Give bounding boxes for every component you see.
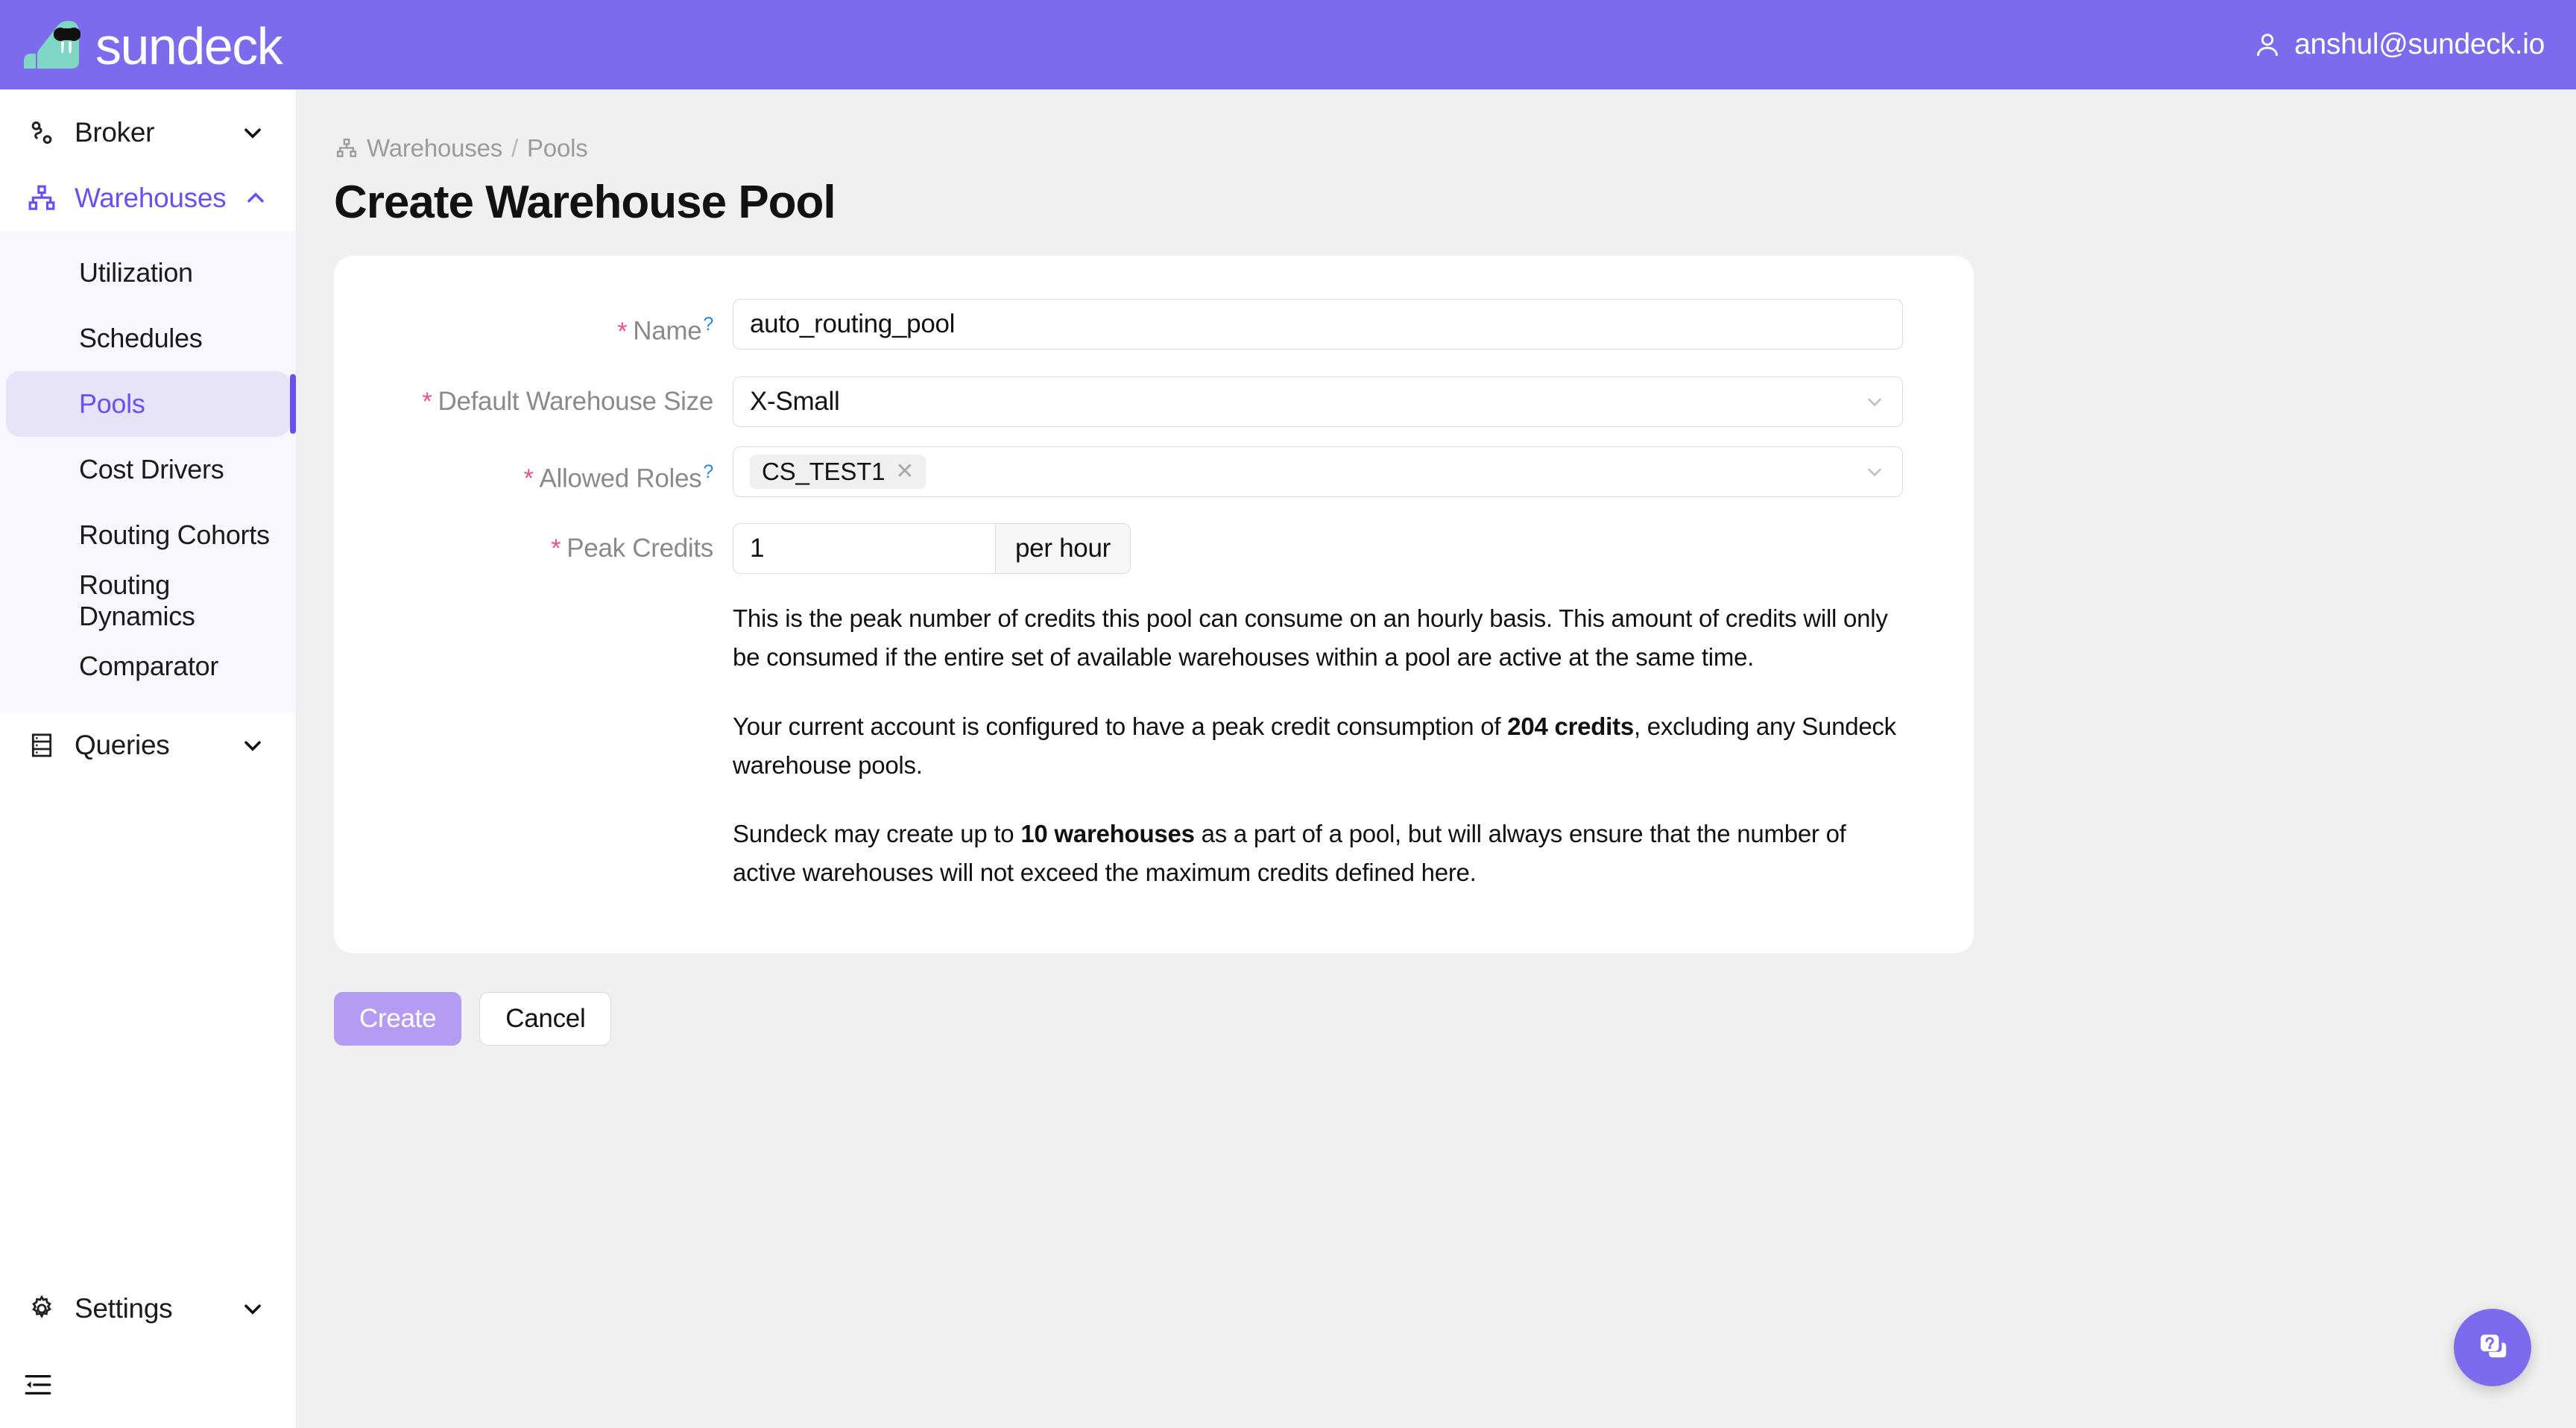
- hierarchy-icon: [336, 138, 357, 157]
- form-actions: Create Cancel: [334, 992, 2576, 1046]
- role-tag-label: CS_TEST1: [762, 457, 886, 485]
- sidebar-item-routing-dynamics[interactable]: Routing Dynamics: [6, 568, 290, 634]
- chevron-up-icon[interactable]: [242, 185, 269, 212]
- sidebar-group-label: Queries: [75, 730, 170, 760]
- sidebar-group-label: Warehouses: [75, 183, 227, 213]
- help-paragraph-1-text: This is the peak number of credits this …: [733, 604, 1888, 672]
- form-row-peak-credits: *Peak Credits per hour This is the peak …: [334, 523, 1974, 892]
- help-fab-button[interactable]: [2454, 1309, 2531, 1386]
- sidebar-item-utilization[interactable]: Utilization: [6, 240, 290, 306]
- walrus-sunglasses-logo-icon: [24, 21, 80, 69]
- route-icon: [25, 116, 58, 149]
- page-title: Create Warehouse Pool: [334, 177, 836, 228]
- required-asterisk: *: [422, 387, 432, 416]
- label-default-warehouse-size-text: Default Warehouse Size: [438, 386, 713, 416]
- help-paragraph-3-before: Sundeck may create up to: [733, 819, 1021, 847]
- required-asterisk: *: [523, 464, 534, 493]
- chevron-down-icon[interactable]: [239, 732, 266, 759]
- label-peak-credits: * Peak Credits: [334, 523, 733, 574]
- help-paragraph-3: Sundeck may create up to 10 warehouses a…: [733, 815, 1903, 892]
- control-allowed-roles: CS_TEST1 ✕: [733, 446, 1974, 497]
- breadcrumb-item-warehouses[interactable]: Warehouses: [367, 134, 502, 162]
- account-menu[interactable]: anshul@sundeck.io: [2253, 28, 2545, 61]
- required-asterisk: *: [617, 317, 628, 346]
- brand-logo[interactable]: sundeck: [19, 16, 283, 75]
- database-rows-icon: [25, 729, 58, 762]
- sidebar: Broker Warehouses Utilization Schedules …: [0, 89, 297, 1428]
- default-warehouse-size-value: X-Small: [750, 386, 840, 416]
- peak-credits-unit-addon: per hour: [995, 523, 1131, 575]
- chevron-down-icon[interactable]: [239, 1295, 266, 1322]
- label-allowed-roles: * Allowed Roles?: [334, 446, 733, 505]
- form-row-allowed-roles: * Allowed Roles? CS_TEST1 ✕: [334, 446, 1974, 505]
- control-name: [733, 299, 1974, 350]
- sidebar-nav-top: Broker Warehouses Utilization Schedules …: [0, 89, 296, 778]
- default-warehouse-size-select[interactable]: X-Small: [733, 376, 1903, 427]
- chevron-down-icon: [1868, 398, 1881, 406]
- label-allowed-roles-text: Allowed Roles: [539, 464, 702, 493]
- help-icon[interactable]: ?: [703, 461, 713, 482]
- chevron-down-icon: [1868, 468, 1881, 476]
- chevron-down-icon[interactable]: [239, 119, 266, 146]
- sidebar-group-label: Broker: [75, 117, 155, 148]
- breadcrumb: Warehouses / Pools: [335, 134, 2576, 162]
- help-paragraph-3-strong: 10 warehouses: [1020, 819, 1195, 847]
- required-asterisk: *: [551, 534, 561, 563]
- label-default-warehouse-size: * Default Warehouse Size: [334, 376, 733, 427]
- peak-credits-input[interactable]: [733, 523, 995, 575]
- sidebar-item-routing-cohorts[interactable]: Routing Cohorts: [6, 502, 290, 568]
- sidebar-group-settings[interactable]: Settings: [0, 1276, 296, 1342]
- sidebar-item-schedules[interactable]: Schedules: [6, 306, 290, 371]
- brand-name: sundeck: [95, 17, 283, 75]
- hierarchy-icon: [25, 182, 58, 215]
- sidebar-group-broker[interactable]: Broker: [0, 100, 296, 165]
- sidebar-group-queries[interactable]: Queries: [0, 713, 296, 778]
- label-name-text: Name: [633, 316, 702, 346]
- name-input[interactable]: [733, 299, 1903, 350]
- create-pool-form-card: *Name? *Default Warehouse Size X-Small: [334, 256, 1974, 954]
- sidebar-collapse-icon: [25, 1374, 51, 1395]
- sidebar-item-cost-drivers[interactable]: Cost Drivers: [6, 437, 290, 502]
- close-icon[interactable]: ✕: [895, 458, 914, 484]
- peak-credits-group: per hour: [733, 523, 1974, 575]
- sidebar-item-pools[interactable]: Pools: [6, 371, 296, 437]
- help-paragraph-1: This is the peak number of credits this …: [733, 599, 1903, 677]
- help-icon[interactable]: ?: [703, 314, 713, 335]
- help-paragraph-2-strong: 204 credits: [1507, 712, 1634, 740]
- control-peak-credits: per hour This is the peak number of cred…: [733, 523, 1974, 892]
- user-icon: [2257, 34, 2279, 57]
- form-row-default-warehouse-size: * Default Warehouse Size X-Small: [334, 376, 1974, 427]
- help-cards-icon: [2481, 1334, 2507, 1358]
- breadcrumb-separator: /: [511, 134, 518, 162]
- sidebar-submenu-warehouses: Utilization Schedules Pools Cost Drivers…: [0, 231, 296, 713]
- label-peak-credits-text: Peak Credits: [566, 534, 713, 563]
- gear-icon: [25, 1292, 58, 1325]
- create-button[interactable]: Create: [334, 992, 462, 1046]
- sidebar-group-warehouses[interactable]: Warehouses: [0, 165, 296, 231]
- sidebar-collapse-button[interactable]: [0, 1342, 296, 1428]
- label-name: * Name?: [334, 299, 733, 357]
- control-default-warehouse-size: X-Small: [733, 376, 1974, 427]
- account-email: anshul@sundeck.io: [2294, 28, 2545, 60]
- sidebar-item-comparator[interactable]: Comparator: [6, 634, 290, 699]
- sidebar-settings-label: Settings: [75, 1293, 173, 1324]
- allowed-roles-select[interactable]: CS_TEST1 ✕: [733, 446, 1903, 497]
- help-paragraph-2-before: Your current account is configured to ha…: [733, 712, 1508, 740]
- sidebar-nav-bottom: Settings: [0, 1276, 296, 1428]
- form-row-name: * Name?: [334, 299, 1974, 357]
- main-content: Warehouses / Pools Create Warehouse Pool…: [297, 89, 2576, 1428]
- role-tag: CS_TEST1 ✕: [750, 454, 926, 489]
- top-header-bar: sundeck anshul@sundeck.io: [0, 0, 2576, 89]
- cancel-button[interactable]: Cancel: [479, 992, 612, 1046]
- help-paragraph-2: Your current account is configured to ha…: [733, 707, 1903, 785]
- breadcrumb-item-pools[interactable]: Pools: [527, 134, 588, 162]
